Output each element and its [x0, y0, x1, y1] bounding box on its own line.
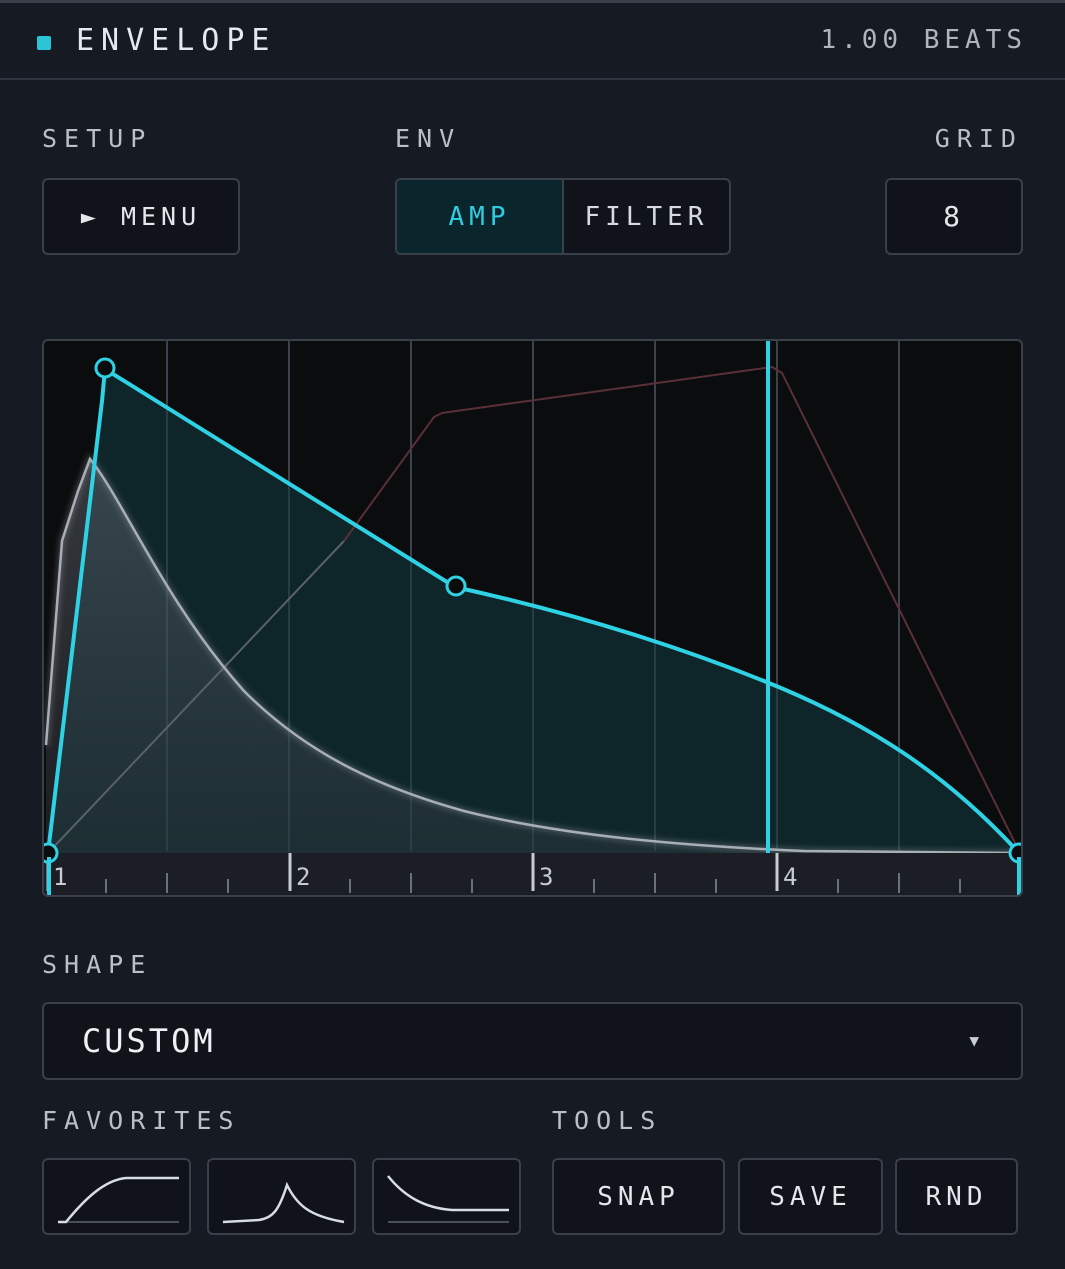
favorite-peak-button[interactable] [207, 1158, 356, 1235]
favorite-decay-button[interactable] [372, 1158, 521, 1235]
bar-label-3: 3 [539, 863, 553, 891]
grid-value-field[interactable]: 8 [885, 178, 1023, 255]
bar-label-2: 2 [296, 863, 310, 891]
envelope-node-decay[interactable] [445, 575, 467, 597]
panel-header: ENVELOPE 1.00 BEATS [0, 3, 1065, 80]
snap-button-label: SNAP [597, 1181, 680, 1212]
envelope-graph[interactable]: 1 2 3 4 [42, 339, 1023, 897]
shape-dropdown[interactable]: CUSTOM ▼ [42, 1002, 1023, 1080]
ruler-end-marker [1017, 857, 1021, 895]
envelope-node-peak[interactable] [94, 357, 116, 379]
grid-value: 8 [943, 200, 965, 233]
decay-curve-icon [387, 1175, 509, 1223]
random-button[interactable]: RND [895, 1158, 1018, 1235]
favorite-rise-button[interactable] [42, 1158, 191, 1235]
ruler-start-marker [47, 857, 51, 895]
menu-button-label: ► MENU [80, 202, 202, 231]
snap-button[interactable]: SNAP [552, 1158, 725, 1235]
bar-label-1: 1 [53, 863, 67, 891]
active-indicator-icon [37, 36, 51, 50]
envelope-graph-canvas: 1 2 3 4 [44, 341, 1023, 895]
rise-curve-icon [58, 1176, 179, 1224]
panel-title: ENVELOPE [76, 23, 277, 58]
envelope-panel: ENVELOPE 1.00 BEATS SETUP ENV GRID ► MEN… [0, 0, 1065, 1269]
bar-label-4: 4 [783, 863, 797, 891]
beats-readout: 1.00 BEATS [820, 25, 1027, 55]
setup-label: SETUP [42, 124, 153, 153]
grid-label: GRID [934, 124, 1023, 153]
tools-label: TOOLS [552, 1106, 663, 1135]
favorites-label: FAVORITES [42, 1106, 241, 1135]
envelope-node-end[interactable] [1008, 842, 1023, 864]
shape-label: SHAPE [42, 950, 153, 979]
env-option-filter[interactable]: FILTER [564, 180, 729, 253]
random-button-label: RND [925, 1181, 988, 1212]
env-label: ENV [395, 124, 462, 153]
peak-curve-icon [222, 1181, 345, 1224]
env-selector: AMP FILTER [395, 178, 731, 255]
menu-button[interactable]: ► MENU [42, 178, 240, 255]
env-option-amp[interactable]: AMP [397, 180, 564, 253]
shape-selected-value: CUSTOM [82, 1022, 216, 1060]
save-button[interactable]: SAVE [738, 1158, 883, 1235]
save-button-label: SAVE [769, 1181, 852, 1212]
chevron-down-icon: ▼ [969, 1031, 979, 1050]
